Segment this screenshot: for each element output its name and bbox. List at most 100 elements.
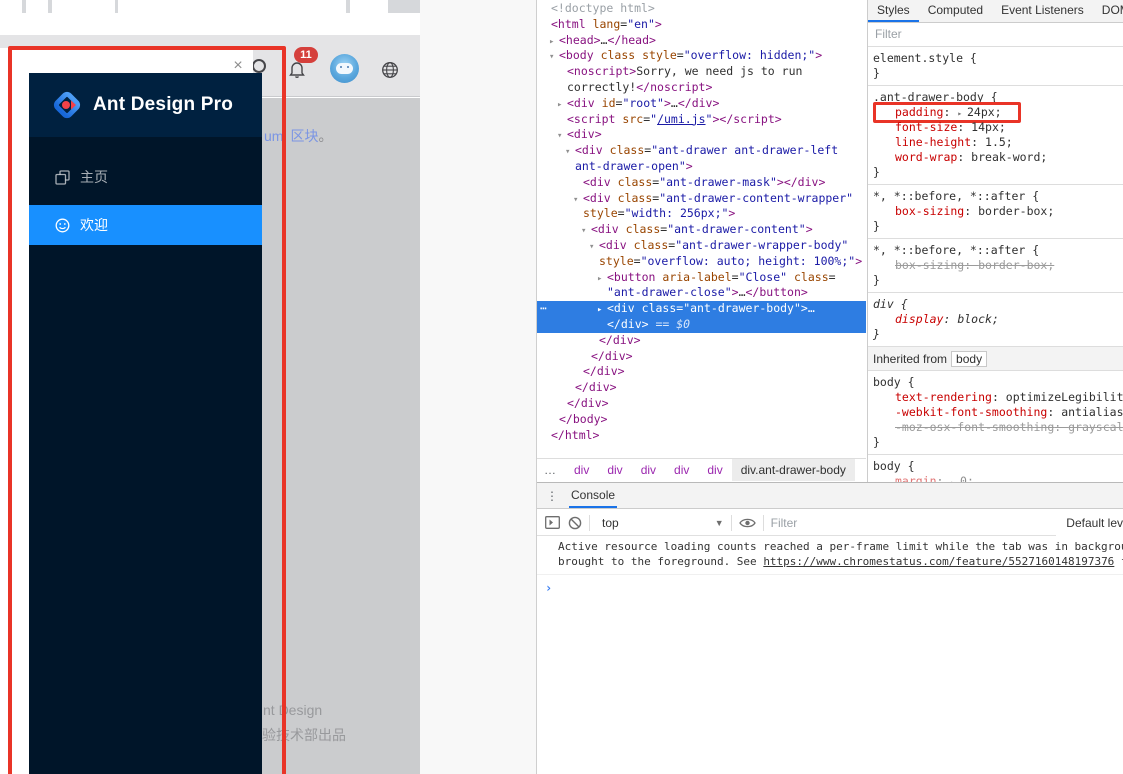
dom-tree-row[interactable]: ▾ <body class style="overflow: hidden;">	[537, 48, 866, 64]
styles-filter-input[interactable]: Filter	[868, 23, 1123, 47]
blocks-icon	[55, 169, 70, 185]
style-selector[interactable]: *, *::before, *::after {	[873, 243, 1121, 258]
help-circle-icon[interactable]	[252, 59, 266, 73]
style-selector[interactable]: body {	[873, 375, 1121, 390]
console-tab-bar: ⋮ Console	[537, 483, 1123, 509]
dom-tree-row[interactable]: </div>	[537, 349, 866, 365]
dom-tree-row[interactable]: <noscript>Sorry, we need js to run	[537, 64, 866, 80]
tab-event-listeners[interactable]: Event Listeners	[992, 0, 1093, 22]
context-selector[interactable]: top	[602, 516, 619, 530]
dom-tree-row[interactable]: <html lang="en">	[537, 17, 866, 33]
style-property[interactable]: box-sizing: border-box;	[873, 204, 1121, 219]
dom-tree-row[interactable]: </div> == $0	[537, 316, 866, 333]
dom-tree-row[interactable]: style="width: 256px;">	[537, 206, 866, 222]
style-property[interactable]: margin: ▸ 0;	[873, 474, 1121, 482]
tab-computed[interactable]: Computed	[919, 0, 992, 22]
sidebar-item-home[interactable]: 主页	[29, 157, 262, 197]
dom-tree-row[interactable]: ▾ <div class="ant-drawer ant-drawer-left	[537, 143, 866, 159]
crumb-item[interactable]: div	[632, 459, 665, 481]
console-filter-input[interactable]: Filter	[771, 516, 798, 530]
inherited-body-chip[interactable]: body	[951, 351, 988, 367]
dom-tree-row[interactable]: ▾ <div class="ant-drawer-wrapper-body"	[537, 238, 866, 254]
dom-tree-row[interactable]: </html>	[537, 428, 866, 444]
dom-tree-row[interactable]: ▸ <button aria-label="Close" class=	[537, 270, 866, 286]
dom-tree-row[interactable]: ant-drawer-open">	[537, 159, 866, 175]
dom-tree-row[interactable]: <div class="ant-drawer-mask"></div>	[537, 175, 866, 191]
crumb-item[interactable]: div	[598, 459, 631, 481]
style-property[interactable]: -webkit-font-smoothing: antialiased;	[873, 405, 1123, 420]
dom-tree-row[interactable]: ▸ <div id="root">…</div>	[537, 96, 866, 112]
console-sidebar-toggle-icon[interactable]	[545, 516, 560, 529]
console-toolbar: top ▼ Filter Default lev	[537, 510, 1123, 536]
dom-tree-row[interactable]: </body>	[537, 412, 866, 428]
close-icon: ×	[233, 57, 243, 74]
dom-tree-row[interactable]: ▸ <head>…</head>	[537, 33, 866, 49]
dom-tree: <!doctype html> <html lang="en"> ▸ <head>…<…	[537, 0, 866, 458]
console-prompt[interactable]: ›	[537, 575, 1123, 595]
default-levels-dropdown[interactable]: Default lev	[1056, 510, 1123, 536]
style-selector[interactable]: div {	[873, 297, 1121, 312]
notification-badge: 11	[294, 47, 318, 63]
style-selector[interactable]: element.style {	[873, 51, 1121, 66]
style-property[interactable]: padding: ▸ 24px;	[873, 102, 1121, 123]
style-rule-section: *, *::before, *::after {box-sizing: bord…	[868, 184, 1123, 238]
dom-tree-row[interactable]: "ant-drawer-close">…</button>	[537, 285, 866, 301]
dom-tree-row[interactable]: ⋯ ▸ <div class="ant-drawer-body">…	[537, 301, 866, 317]
dom-tree-row[interactable]: <!doctype html>	[537, 1, 866, 17]
console-message-line2: brought to the foreground. See https://w…	[558, 554, 1123, 568]
console-message-link[interactable]: https://www.chromestatus.com/feature/552…	[763, 555, 1114, 568]
logo-text: Ant Design Pro	[93, 94, 234, 115]
kebab-menu-icon[interactable]: ⋮	[545, 489, 559, 503]
window-gap	[420, 0, 537, 774]
sidebar-menu: 主页 欢迎	[29, 137, 262, 253]
dom-tree-row[interactable]: ▾ <div class="ant-drawer-content">	[537, 222, 866, 238]
logo[interactable]: Ant Design Pro	[29, 73, 262, 137]
dom-tree-row[interactable]: correctly!</noscript>	[537, 80, 866, 96]
dom-tree-row[interactable]: </div>	[537, 380, 866, 396]
sidebar: Ant Design Pro 主页欢迎	[29, 73, 262, 774]
style-property[interactable]: box-sizing: border-box;	[873, 258, 1121, 273]
styles-tab-bar: StylesComputedEvent ListenersDOM	[868, 0, 1123, 23]
footer-ant-design-text: nt Design	[263, 702, 323, 718]
crumb-item[interactable]: div	[665, 459, 698, 481]
style-rule-section: .ant-drawer-body {padding: ▸ 24px; font-s…	[868, 85, 1123, 184]
styles-rules: element.style {} .ant-drawer-body {paddin…	[868, 47, 1123, 482]
umi-block-link[interactable]: umi 区块	[264, 128, 318, 144]
avatar[interactable]	[330, 54, 359, 83]
style-property[interactable]: -moz-osx-font-smoothing: grayscale;	[873, 420, 1123, 435]
console-message: Active resource loading counts reached a…	[537, 536, 1123, 575]
tab-styles[interactable]: Styles	[868, 0, 919, 22]
globe-icon[interactable]	[381, 61, 399, 79]
drawer-close-button[interactable]: ×	[230, 58, 246, 74]
style-selector[interactable]: body {	[873, 459, 1121, 474]
style-selector[interactable]: *, *::before, *::after {	[873, 189, 1121, 204]
tab-console[interactable]: Console	[569, 483, 618, 508]
crumb-selected[interactable]: div.ant-drawer-body	[731, 459, 855, 481]
tab-dom[interactable]: DOM	[1093, 0, 1123, 22]
dom-tree-row[interactable]: <script src="/umi.js"></script>	[537, 112, 866, 128]
page-viewport: umi 区块。 nt Design 验技术部出品 11 × Ant Design…	[0, 13, 420, 774]
style-property[interactable]: word-wrap: break-word;	[873, 150, 1121, 165]
style-rule-section: body {text-rendering: optimizeLegibility…	[868, 370, 1123, 454]
style-property[interactable]: text-rendering: optimizeLegibility;	[873, 390, 1123, 405]
style-rule-section: element.style {}	[868, 47, 1123, 85]
eye-icon[interactable]	[738, 517, 756, 529]
style-property[interactable]: font-size: 14px;	[873, 120, 1121, 135]
crumb-item[interactable]: div	[565, 459, 598, 481]
screen: umi 区块。 nt Design 验技术部出品 11 × Ant Design…	[0, 0, 1123, 774]
crumb-overflow[interactable]: …	[537, 459, 565, 481]
dom-tree-row[interactable]: </div>	[537, 396, 866, 412]
dom-tree-row[interactable]: ▾ <div>	[537, 127, 866, 143]
chevron-down-icon[interactable]: ▼	[715, 518, 724, 528]
dom-tree-row[interactable]: ▾ <div class="ant-drawer-content-wrapper"	[537, 191, 866, 207]
footer-copyright-text: 验技术部出品	[262, 727, 346, 743]
style-selector[interactable]: .ant-drawer-body {	[873, 90, 1121, 105]
dom-tree-row[interactable]: style="overflow: auto; height: 100%;">	[537, 254, 866, 270]
style-property[interactable]: display: block;	[873, 312, 1121, 327]
clear-console-icon[interactable]	[568, 516, 582, 530]
dom-tree-row[interactable]: </div>	[537, 364, 866, 380]
sidebar-item-welcome[interactable]: 欢迎	[29, 205, 262, 245]
style-property[interactable]: line-height: 1.5;	[873, 135, 1121, 150]
crumb-item[interactable]: div	[698, 459, 731, 481]
dom-tree-row[interactable]: </div>	[537, 333, 866, 349]
